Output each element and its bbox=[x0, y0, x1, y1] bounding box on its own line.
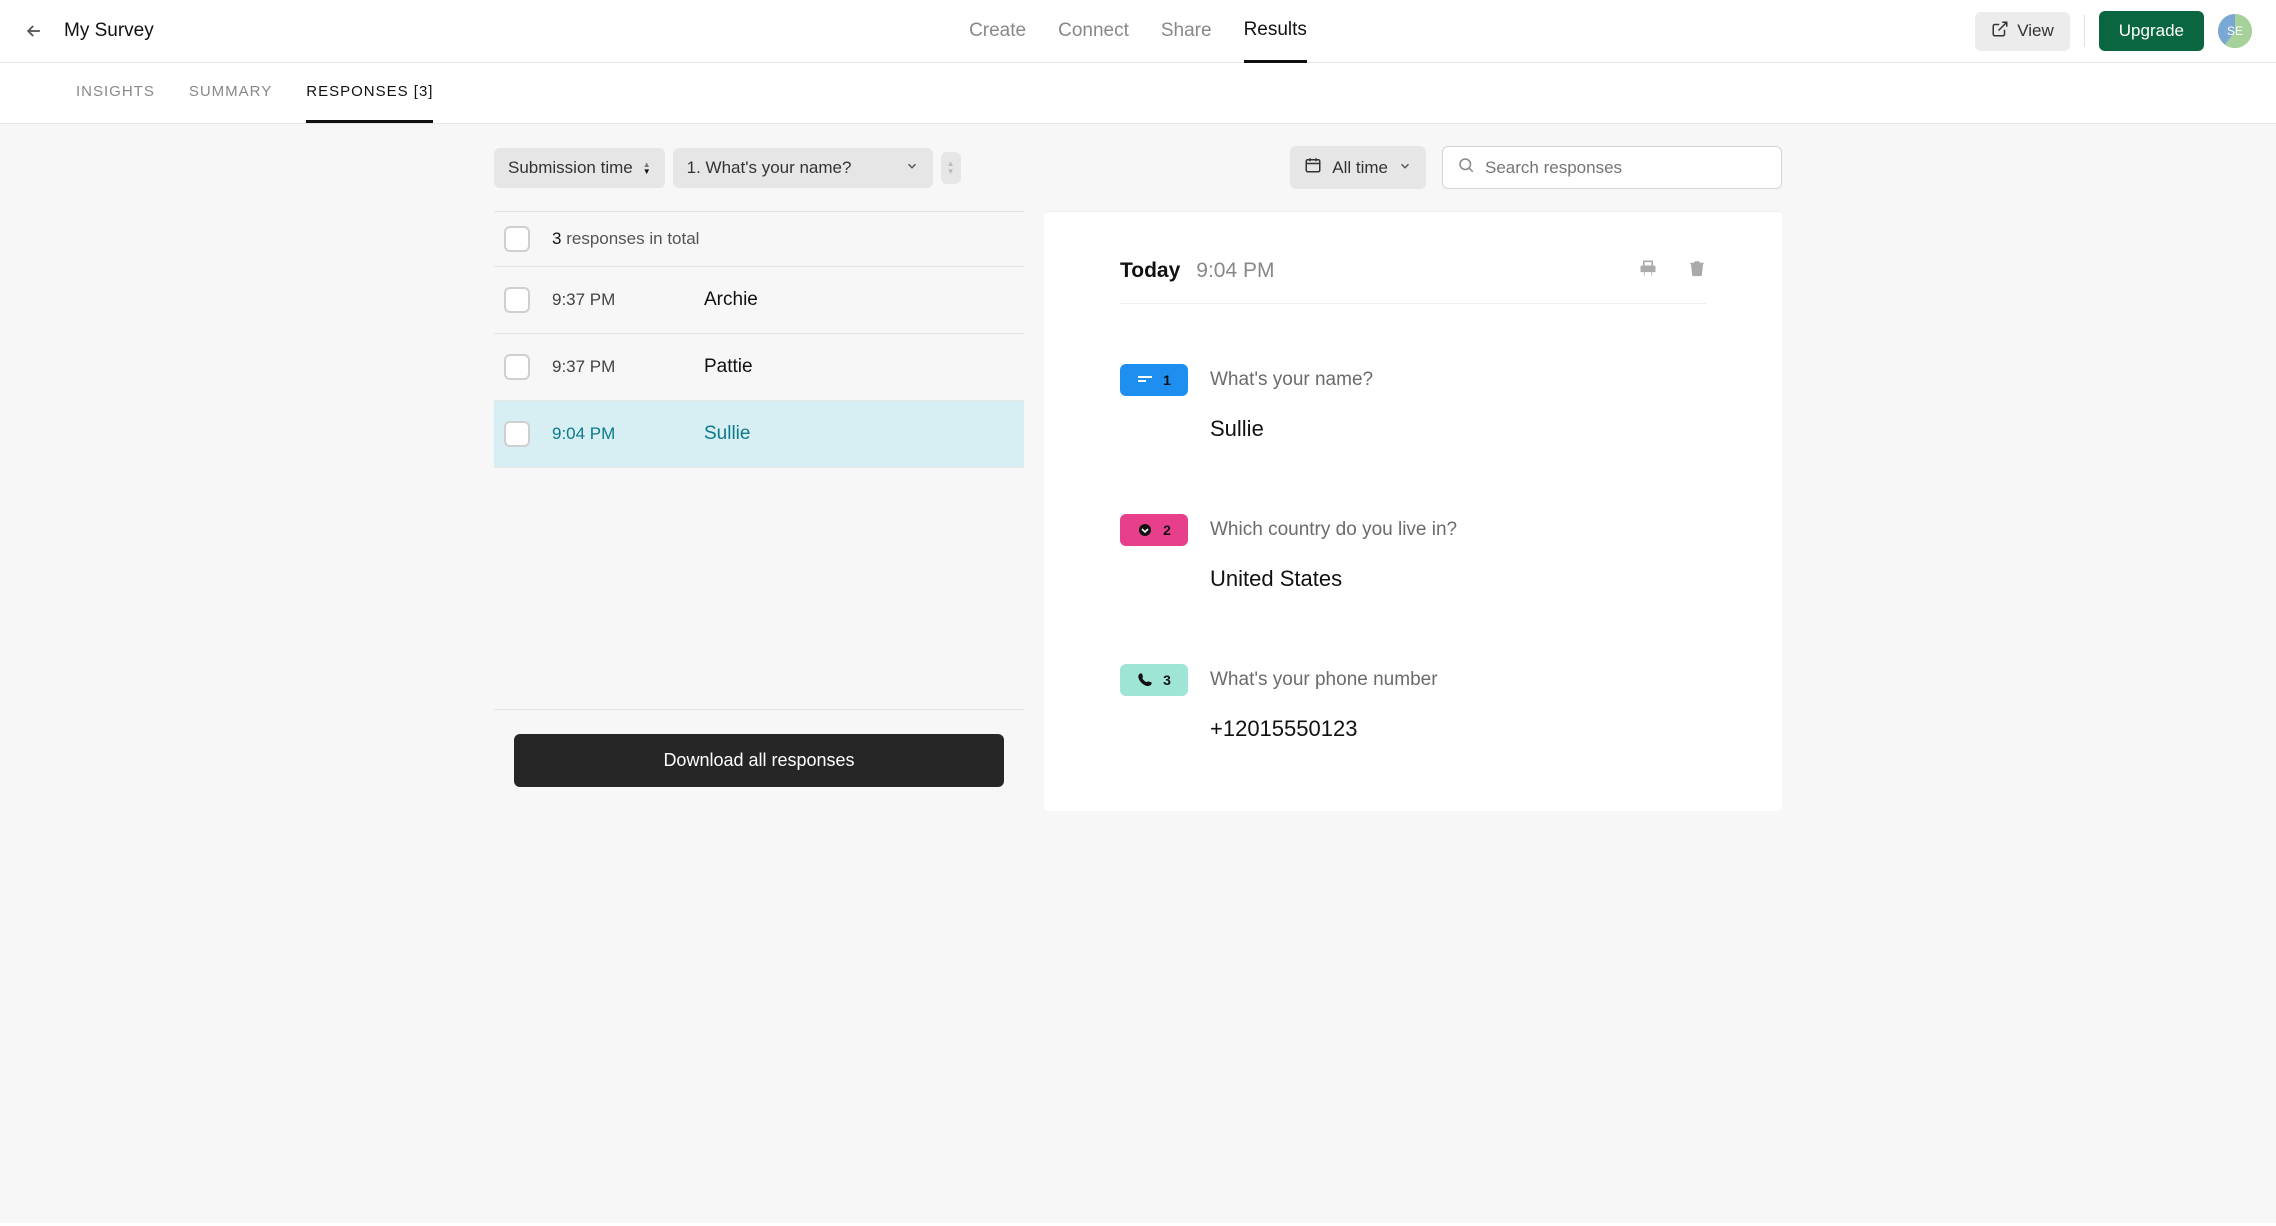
response-row[interactable]: 9:04 PM Sullie bbox=[494, 401, 1024, 468]
topbar-left: My Survey bbox=[24, 20, 969, 42]
top-bar: My Survey Create Connect Share Results V… bbox=[0, 0, 2276, 63]
sort-label: Submission time bbox=[508, 158, 633, 178]
secondary-sort[interactable]: ▲▼ bbox=[941, 152, 961, 184]
print-icon[interactable] bbox=[1638, 258, 1658, 283]
response-row[interactable]: 9:37 PM Pattie bbox=[494, 334, 1024, 401]
back-arrow-icon[interactable] bbox=[24, 21, 44, 41]
detail-header: Today 9:04 PM bbox=[1120, 258, 1706, 304]
filter-right: All time bbox=[1290, 146, 1782, 189]
trash-icon[interactable] bbox=[1688, 258, 1706, 283]
qa-head: 3 What's your phone number bbox=[1120, 664, 1706, 696]
divider bbox=[2084, 15, 2085, 47]
view-label: View bbox=[2017, 21, 2054, 41]
question-dropdown[interactable]: 1. What's your name? bbox=[673, 148, 933, 188]
qa-head: 2 Which country do you live in? bbox=[1120, 514, 1706, 546]
row-checkbox[interactable] bbox=[504, 287, 530, 313]
select-all-checkbox[interactable] bbox=[504, 226, 530, 252]
row-name: Sullie bbox=[704, 423, 750, 445]
subtab-insights[interactable]: INSIGHTS bbox=[76, 63, 155, 123]
subtabs: INSIGHTS SUMMARY RESPONSES [3] bbox=[0, 63, 2276, 124]
answer-text: United States bbox=[1210, 566, 1706, 592]
list-footer: Download all responses bbox=[494, 710, 1024, 811]
time-filter-label: All time bbox=[1332, 158, 1388, 178]
qa-block: 3 What's your phone number +12015550123 bbox=[1120, 664, 1706, 742]
question-badge: 1 bbox=[1120, 364, 1188, 396]
question-number: 3 bbox=[1163, 672, 1171, 688]
time-filter-dropdown[interactable]: All time bbox=[1290, 146, 1426, 189]
filter-row: Submission time ▲▼ 1. What's your name? … bbox=[494, 124, 1782, 211]
avatar-initials: SE bbox=[2227, 24, 2243, 38]
row-checkbox[interactable] bbox=[504, 354, 530, 380]
survey-title: My Survey bbox=[64, 20, 154, 42]
topbar-nav: Create Connect Share Results bbox=[969, 0, 1307, 63]
chevron-down-icon bbox=[1398, 158, 1412, 178]
main-inner: Submission time ▲▼ 1. What's your name? … bbox=[418, 124, 1858, 1223]
external-link-icon bbox=[1991, 20, 2009, 43]
row-time: 9:37 PM bbox=[552, 357, 682, 377]
question-number: 2 bbox=[1163, 522, 1171, 538]
row-time: 9:37 PM bbox=[552, 290, 682, 310]
question-text: What's your phone number bbox=[1210, 669, 1438, 691]
search-input-wrap[interactable] bbox=[1442, 146, 1782, 189]
count-number: 3 bbox=[552, 229, 561, 248]
search-icon bbox=[1457, 156, 1475, 179]
row-name: Archie bbox=[704, 289, 758, 311]
subtab-summary[interactable]: SUMMARY bbox=[189, 63, 272, 123]
subtab-responses[interactable]: RESPONSES [3] bbox=[306, 63, 433, 123]
answer-text: +12015550123 bbox=[1210, 716, 1706, 742]
detail-time: 9:04 PM bbox=[1196, 259, 1274, 283]
sort-dropdown[interactable]: Submission time ▲▼ bbox=[494, 148, 665, 188]
qa-head: 1 What's your name? bbox=[1120, 364, 1706, 396]
phone-icon bbox=[1137, 672, 1153, 688]
row-name: Pattie bbox=[704, 356, 753, 378]
question-text: Which country do you live in? bbox=[1210, 519, 1457, 541]
detail-actions bbox=[1638, 258, 1706, 283]
nav-create[interactable]: Create bbox=[969, 1, 1026, 61]
question-text: What's your name? bbox=[1210, 369, 1373, 391]
nav-connect[interactable]: Connect bbox=[1058, 1, 1129, 61]
answer-text: Sullie bbox=[1210, 416, 1706, 442]
calendar-icon bbox=[1304, 156, 1322, 179]
view-button[interactable]: View bbox=[1975, 12, 2070, 51]
question-number: 1 bbox=[1163, 372, 1171, 388]
row-time: 9:04 PM bbox=[552, 424, 682, 444]
search-input[interactable] bbox=[1485, 158, 1767, 178]
question-badge: 2 bbox=[1120, 514, 1188, 546]
response-list: 3 responses in total 9:37 PM Archie 9:37… bbox=[494, 211, 1024, 811]
main: Submission time ▲▼ 1. What's your name? … bbox=[0, 124, 2276, 1223]
download-all-button[interactable]: Download all responses bbox=[514, 734, 1004, 787]
count-label: 3 responses in total bbox=[552, 229, 699, 249]
question-label: 1. What's your name? bbox=[687, 158, 852, 178]
chevron-down-icon bbox=[905, 158, 919, 178]
qa-block: 2 Which country do you live in? United S… bbox=[1120, 514, 1706, 592]
qa-block: 1 What's your name? Sullie bbox=[1120, 364, 1706, 442]
response-row[interactable]: 9:37 PM Archie bbox=[494, 267, 1024, 334]
count-suffix: responses in total bbox=[566, 229, 699, 248]
list-header: 3 responses in total bbox=[494, 211, 1024, 267]
response-detail: Today 9:04 PM bbox=[1044, 211, 1782, 811]
nav-results[interactable]: Results bbox=[1244, 0, 1307, 63]
question-badge: 3 bbox=[1120, 664, 1188, 696]
upgrade-button[interactable]: Upgrade bbox=[2099, 11, 2204, 51]
filter-left: Submission time ▲▼ 1. What's your name? … bbox=[494, 148, 961, 188]
detail-day: Today bbox=[1120, 259, 1180, 283]
avatar[interactable]: SE bbox=[2218, 14, 2252, 48]
topbar-right: View Upgrade SE bbox=[1307, 11, 2252, 51]
sort-icon: ▲▼ bbox=[643, 161, 651, 175]
nav-share[interactable]: Share bbox=[1161, 1, 1212, 61]
content-row: 3 responses in total 9:37 PM Archie 9:37… bbox=[494, 211, 1782, 811]
row-checkbox[interactable] bbox=[504, 421, 530, 447]
short-text-icon bbox=[1137, 375, 1153, 385]
dropdown-icon bbox=[1137, 522, 1153, 538]
